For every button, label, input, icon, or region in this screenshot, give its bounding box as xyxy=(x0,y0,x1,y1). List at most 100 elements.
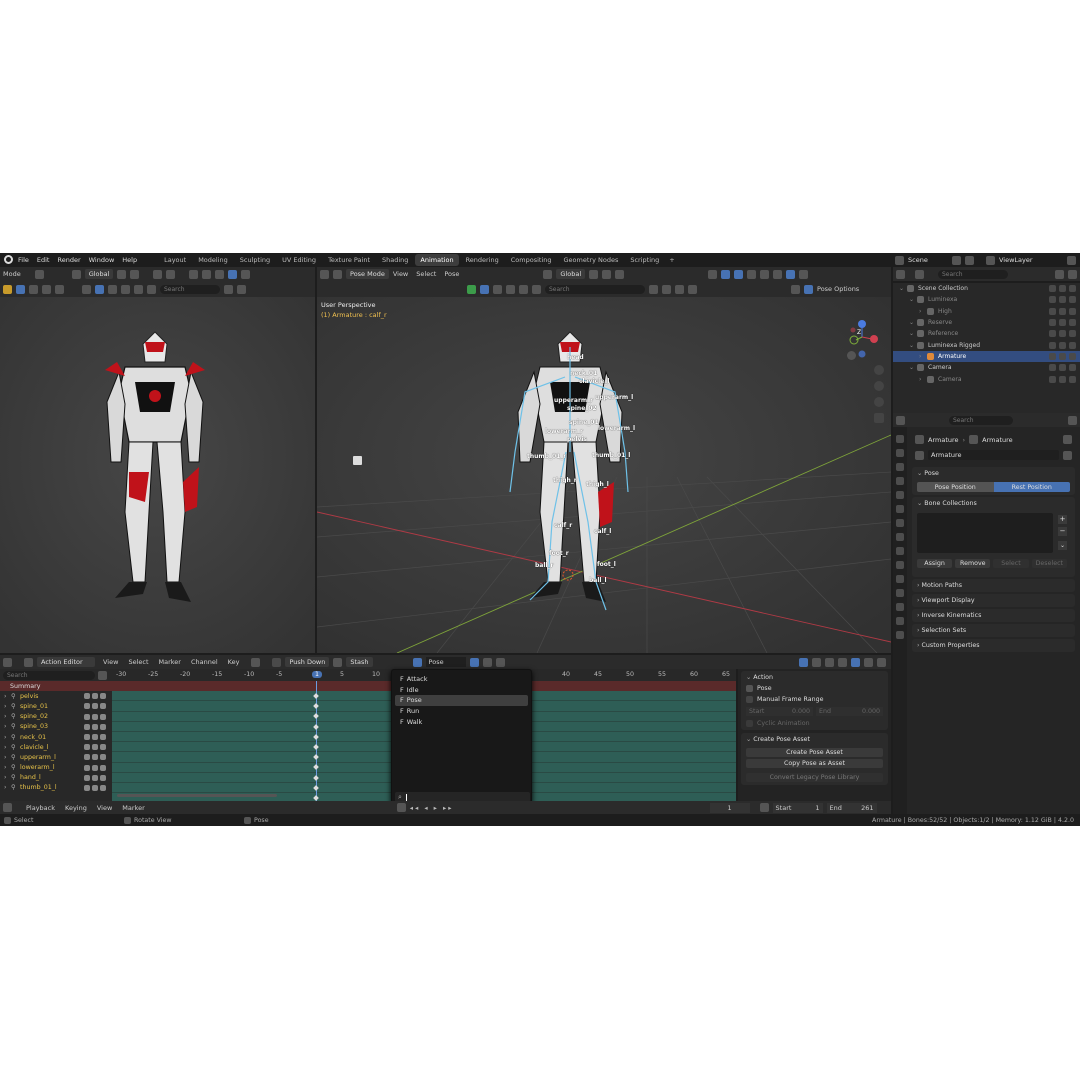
viewlayer-icon[interactable] xyxy=(986,255,995,265)
channel-row[interactable]: › ⚲ upperarm_l xyxy=(0,752,112,762)
properties-search-input[interactable]: Search xyxy=(949,415,1013,425)
view-layer-tab-icon[interactable] xyxy=(896,477,904,485)
snapping-icon[interactable] xyxy=(850,657,860,667)
gizmo-icon[interactable] xyxy=(721,269,731,279)
bone-label-thumb-01-r[interactable]: thumb_01_r xyxy=(527,453,566,460)
overlay-icon[interactable] xyxy=(166,269,176,279)
bone-label-calf-r[interactable]: calf_r xyxy=(554,522,572,529)
display-mode-icon[interactable] xyxy=(915,269,924,279)
tab-compositing[interactable]: Compositing xyxy=(506,254,557,266)
timeline-editor-icon[interactable] xyxy=(3,803,12,812)
manual-frame-range-checkbox[interactable] xyxy=(746,696,753,703)
material-shading-icon[interactable] xyxy=(228,269,238,279)
bone-collections-title[interactable]: Bone Collections xyxy=(924,500,976,507)
bone-label-spine-01[interactable]: spine_01 xyxy=(569,419,599,426)
zoom-button-icon[interactable] xyxy=(874,365,884,375)
end-frame-field[interactable]: 261 xyxy=(861,804,873,812)
menu-help[interactable]: Help xyxy=(122,256,137,264)
filter-camera-icon[interactable] xyxy=(55,284,64,294)
wireframe-shading-icon[interactable] xyxy=(202,269,212,279)
timeline-icon[interactable] xyxy=(3,284,12,294)
outliner-editor-icon[interactable] xyxy=(896,269,905,279)
new-viewlayer-icon[interactable] xyxy=(1067,255,1076,265)
world-tab-icon[interactable] xyxy=(896,505,904,513)
assign-button[interactable]: Assign xyxy=(917,559,953,568)
show-hidden-icon[interactable] xyxy=(811,657,821,667)
viewport-menu-pose[interactable]: Pose xyxy=(444,270,459,278)
fcurve-modifier-icon[interactable] xyxy=(84,754,90,761)
action-menu-view[interactable]: View xyxy=(103,658,118,666)
pivot-icon[interactable] xyxy=(589,269,599,279)
timeline-menu-playback[interactable]: Playback xyxy=(26,804,55,812)
scene-name[interactable]: Scene xyxy=(908,256,948,264)
expand-arrow-icon[interactable]: › xyxy=(4,703,11,710)
xray-icon[interactable] xyxy=(189,269,199,279)
bone-label-thigh-l[interactable]: thigh_l xyxy=(586,481,609,488)
layer-up-icon[interactable] xyxy=(251,657,261,667)
summary-channel[interactable]: Summary xyxy=(0,681,112,692)
mute-checkbox[interactable] xyxy=(92,693,98,700)
visibility-icon[interactable] xyxy=(708,269,718,279)
bone-label-foot-l[interactable]: foot_l xyxy=(597,561,616,568)
menu-icon[interactable] xyxy=(34,269,44,279)
action-panel-title[interactable]: Action xyxy=(753,674,773,681)
start-frame-field[interactable]: 1 xyxy=(815,804,819,812)
panel-motion-paths[interactable]: › Motion Paths xyxy=(912,579,1075,592)
data-tab-icon[interactable] xyxy=(896,589,904,597)
bone-label-spine-02[interactable]: spine_02 xyxy=(567,405,597,412)
fcurve-modifier-icon[interactable] xyxy=(84,723,90,730)
pin-icon[interactable] xyxy=(1063,435,1072,444)
select-button[interactable]: Select xyxy=(993,559,1029,568)
bone-label-lowerarm-l[interactable]: lowerarm_l xyxy=(598,425,635,432)
action-menu-select[interactable]: Select xyxy=(128,658,148,666)
eye-icon[interactable] xyxy=(1059,285,1066,293)
mute-checkbox[interactable] xyxy=(92,713,98,720)
armature-name-field[interactable]: Armature xyxy=(928,450,1059,460)
filter-selected-icon[interactable] xyxy=(95,284,104,294)
expand-arrow-icon[interactable]: › xyxy=(4,774,11,781)
left-orientation-select[interactable]: Global xyxy=(84,269,114,279)
horizontal-scrollbar[interactable] xyxy=(117,794,277,797)
editor-type-icon[interactable] xyxy=(3,657,12,667)
outliner-item-camera[interactable]: ⌄ Camera xyxy=(893,362,1080,373)
modifier-tab-icon[interactable] xyxy=(896,547,904,555)
exclude-checkbox[interactable] xyxy=(1049,352,1056,360)
filter-icon[interactable] xyxy=(1055,269,1064,279)
timeline-menu-marker[interactable]: Marker xyxy=(122,804,144,812)
tab-texture-paint[interactable]: Texture Paint xyxy=(323,254,375,266)
pose-options-button[interactable]: Pose Options xyxy=(817,285,859,293)
camera-render-icon[interactable] xyxy=(1069,307,1076,315)
eye-icon[interactable] xyxy=(1059,319,1066,327)
solid-shading-icon[interactable] xyxy=(773,269,783,279)
tab-shading[interactable]: Shading xyxy=(377,254,413,266)
expand-arrow-icon[interactable]: › xyxy=(919,353,927,360)
create-pose-asset-button[interactable]: Create Pose Asset xyxy=(746,748,883,757)
shading-color-icon[interactable] xyxy=(467,284,476,294)
record-icon[interactable] xyxy=(396,803,406,812)
overlay-icon[interactable] xyxy=(734,269,744,279)
left-viewport[interactable] xyxy=(0,297,315,653)
remove-button[interactable]: Remove xyxy=(955,559,991,568)
fcurve-modifier-icon[interactable] xyxy=(84,744,90,751)
z-axis-label[interactable]: Z xyxy=(857,329,861,336)
scene-tab-icon[interactable] xyxy=(896,491,904,499)
camera-render-icon[interactable] xyxy=(1069,352,1076,360)
lock-icon[interactable] xyxy=(100,693,106,700)
funnel-icon[interactable] xyxy=(224,284,233,294)
fcurve-modifier-icon[interactable] xyxy=(84,703,90,710)
exclude-checkbox[interactable] xyxy=(1049,307,1056,315)
exclude-checkbox[interactable] xyxy=(1049,341,1056,349)
filter-bones-icon[interactable] xyxy=(532,284,541,294)
expand-arrow-icon[interactable]: ⌄ xyxy=(909,364,917,371)
exclude-checkbox[interactable] xyxy=(1049,296,1056,304)
mute-checkbox[interactable] xyxy=(92,764,98,771)
tab-animation[interactable]: Animation xyxy=(415,254,459,266)
only-selected-icon[interactable] xyxy=(798,657,808,667)
fcurve-modifier-icon[interactable] xyxy=(84,734,90,741)
lock-icon[interactable] xyxy=(100,713,106,720)
expand-arrow-icon[interactable]: › xyxy=(919,376,927,383)
expand-arrow-icon[interactable]: › xyxy=(4,734,11,741)
menu-file[interactable]: File xyxy=(18,256,29,264)
copy-pose-as-asset-button[interactable]: Copy Pose as Asset xyxy=(746,759,883,768)
menu-edit[interactable]: Edit xyxy=(37,256,50,264)
